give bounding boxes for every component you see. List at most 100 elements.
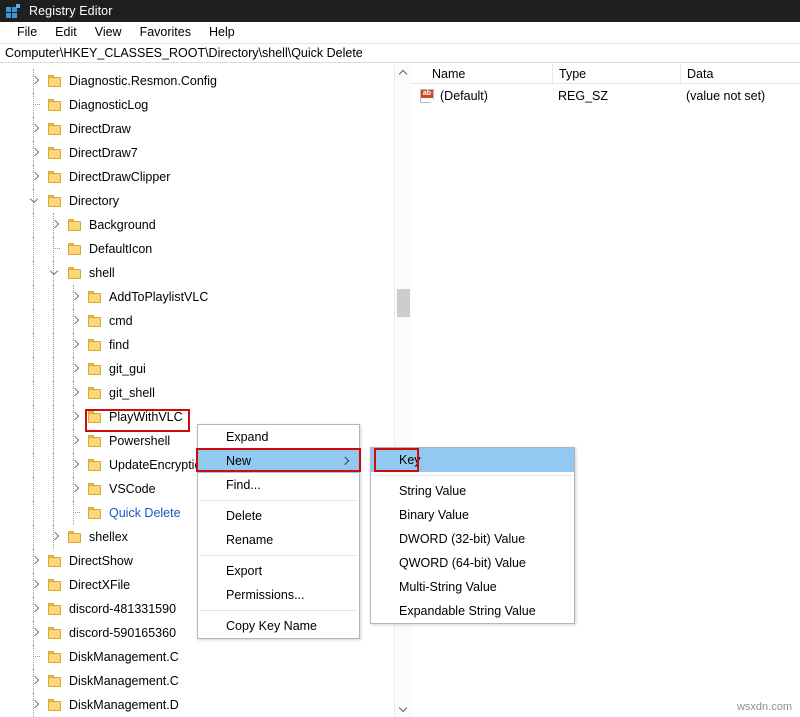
chevron-right-icon[interactable] bbox=[28, 141, 44, 165]
chevron-down-icon[interactable] bbox=[48, 261, 64, 285]
chevron-right-icon[interactable] bbox=[28, 597, 44, 621]
submenu-item[interactable]: Expandable String Value bbox=[371, 599, 574, 623]
tree-item[interactable]: cmd bbox=[0, 309, 394, 333]
tree-item-label: git_gui bbox=[109, 357, 146, 381]
tree-item-label: DiskManagement.C bbox=[69, 645, 179, 669]
window-title: Registry Editor bbox=[29, 4, 112, 18]
chevron-right-icon[interactable] bbox=[28, 621, 44, 645]
tree-guide-line bbox=[53, 477, 54, 501]
chevron-right-icon[interactable] bbox=[48, 213, 64, 237]
menu-view[interactable]: View bbox=[86, 22, 131, 43]
tree-item[interactable]: find bbox=[0, 333, 394, 357]
tree-item-label: discord-481331590 bbox=[69, 597, 176, 621]
column-header-name[interactable]: Name bbox=[426, 64, 552, 84]
submenu-item[interactable]: QWORD (64-bit) Value bbox=[371, 551, 574, 575]
tree-item[interactable]: git_gui bbox=[0, 357, 394, 381]
tree-guide-line bbox=[33, 381, 34, 405]
tree-item[interactable]: DefaultIcon bbox=[0, 237, 394, 261]
folder-icon bbox=[88, 315, 104, 328]
scroll-down-arrow[interactable] bbox=[395, 700, 412, 717]
tree-item[interactable]: DiskManagement.D bbox=[0, 693, 394, 717]
table-row[interactable]: (Default) REG_SZ (value not set) bbox=[412, 86, 800, 106]
chevron-right-icon[interactable] bbox=[68, 429, 84, 453]
tree-guide-line bbox=[33, 429, 34, 453]
tree-item[interactable]: AddToPlaylistVLC bbox=[0, 285, 394, 309]
list-column-headers: Name Type Data bbox=[412, 64, 800, 84]
scroll-up-arrow[interactable] bbox=[395, 64, 412, 81]
menu-item-label: Key bbox=[399, 453, 421, 467]
chevron-right-icon[interactable] bbox=[68, 285, 84, 309]
tree-item-label: DefaultIcon bbox=[89, 237, 152, 261]
menu-item-label: Expand bbox=[226, 430, 268, 444]
tree-item[interactable]: DiskManagement.C bbox=[0, 669, 394, 693]
menu-edit[interactable]: Edit bbox=[46, 22, 86, 43]
tree-item[interactable]: Directory bbox=[0, 189, 394, 213]
submenu-item[interactable]: String Value bbox=[371, 479, 574, 503]
submenu-item[interactable]: Multi-String Value bbox=[371, 575, 574, 599]
chevron-right-icon[interactable] bbox=[28, 69, 44, 93]
context-menu-item[interactable]: Delete bbox=[198, 504, 359, 528]
address-bar[interactable]: Computer\HKEY_CLASSES_ROOT\Directory\she… bbox=[0, 43, 800, 63]
context-menu-item[interactable]: Permissions... bbox=[198, 583, 359, 607]
registry-editor-window: Registry Editor File Edit View Favorites… bbox=[0, 0, 800, 717]
tree-item[interactable]: DirectDraw7 bbox=[0, 141, 394, 165]
context-menu[interactable]: Expand New Find... DeleteRename Export Permis… bbox=[197, 424, 360, 639]
main-content: Diagnostic.Resmon.ConfigDiagnosticLogDir… bbox=[0, 64, 800, 717]
tree-item[interactable]: DiskManagement.C bbox=[0, 645, 394, 669]
menu-bar: File Edit View Favorites Help bbox=[0, 22, 800, 43]
chevron-right-icon[interactable] bbox=[48, 525, 64, 549]
tree-item[interactable]: shell bbox=[0, 261, 394, 285]
folder-icon bbox=[48, 195, 64, 208]
chevron-right-icon[interactable] bbox=[28, 573, 44, 597]
chevron-right-icon[interactable] bbox=[28, 117, 44, 141]
tree-item[interactable]: DiagnosticLog bbox=[0, 93, 394, 117]
tree-item[interactable]: Background bbox=[0, 213, 394, 237]
menu-item-label: Export bbox=[226, 564, 262, 578]
tree-item[interactable]: DirectDrawClipper bbox=[0, 165, 394, 189]
context-menu-item[interactable]: Copy Key Name bbox=[198, 614, 359, 638]
chevron-right-icon[interactable] bbox=[68, 405, 84, 429]
chevron-right-icon[interactable] bbox=[28, 549, 44, 573]
chevron-right-icon[interactable] bbox=[28, 165, 44, 189]
context-menu-item[interactable]: Find... bbox=[198, 473, 359, 497]
chevron-right-icon[interactable] bbox=[68, 453, 84, 477]
folder-icon bbox=[88, 459, 104, 472]
chevron-right-icon[interactable] bbox=[68, 333, 84, 357]
menu-item-label: String Value bbox=[399, 484, 466, 498]
folder-icon bbox=[88, 507, 104, 520]
chevron-right-icon[interactable] bbox=[68, 309, 84, 333]
chevron-down-icon[interactable] bbox=[28, 189, 44, 213]
context-menu-item[interactable]: Rename bbox=[198, 528, 359, 552]
folder-icon bbox=[48, 675, 64, 688]
scroll-thumb[interactable] bbox=[397, 289, 410, 317]
chevron-right-icon[interactable] bbox=[68, 381, 84, 405]
context-menu-item[interactable]: Export bbox=[198, 559, 359, 583]
chevron-right-icon[interactable] bbox=[28, 669, 44, 693]
chevron-right-icon[interactable] bbox=[28, 693, 44, 717]
menu-item-label: New bbox=[226, 454, 251, 468]
menu-help[interactable]: Help bbox=[200, 22, 244, 43]
folder-icon bbox=[88, 387, 104, 400]
value-name: (Default) bbox=[440, 86, 488, 106]
menu-favorites[interactable]: Favorites bbox=[131, 22, 200, 43]
menu-item-label: Expandable String Value bbox=[399, 604, 536, 618]
submenu-item[interactable]: DWORD (32-bit) Value bbox=[371, 527, 574, 551]
tree-item-label: git_shell bbox=[109, 381, 155, 405]
column-header-data[interactable]: Data bbox=[680, 64, 800, 84]
menu-file[interactable]: File bbox=[8, 22, 46, 43]
tree-guide-line bbox=[33, 501, 34, 525]
tree-item[interactable]: git_shell bbox=[0, 381, 394, 405]
tree-item[interactable]: Diagnostic.Resmon.Config bbox=[0, 69, 394, 93]
folder-icon bbox=[68, 531, 84, 544]
column-header-type[interactable]: Type bbox=[552, 64, 680, 84]
tree-item[interactable]: DirectDraw bbox=[0, 117, 394, 141]
tree-item-label: discord-590165360 bbox=[69, 621, 176, 645]
submenu-item[interactable]: Binary Value bbox=[371, 503, 574, 527]
chevron-right-icon[interactable] bbox=[68, 477, 84, 501]
submenu-item[interactable]: Key bbox=[371, 448, 574, 472]
new-submenu[interactable]: Key String Value Binary ValueDWORD (32-bit… bbox=[370, 447, 575, 624]
context-menu-item[interactable]: New bbox=[198, 449, 359, 473]
chevron-right-icon[interactable] bbox=[68, 357, 84, 381]
tree-item-label: Quick Delete bbox=[109, 501, 181, 525]
context-menu-item[interactable]: Expand bbox=[198, 425, 359, 449]
